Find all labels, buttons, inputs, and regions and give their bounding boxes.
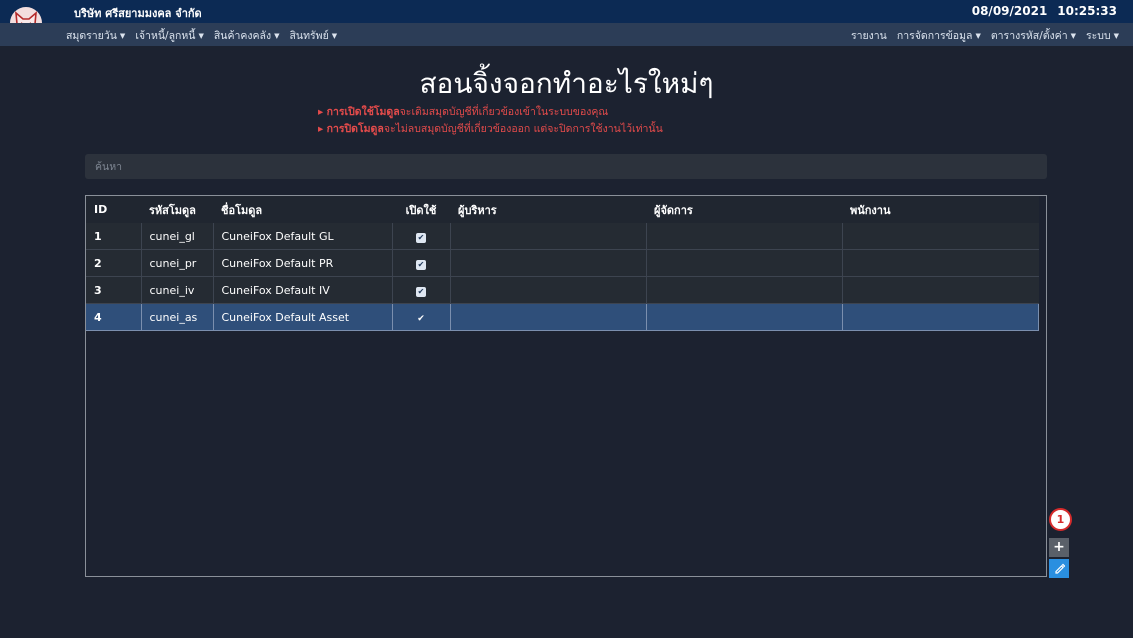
note-disable-text: จะไม่ลบสมุดบัญชีที่เกี่ยวข้องออก แต่จะปิ…: [383, 123, 663, 135]
table-row[interactable]: 4 cunei_as CuneiFox Default Asset ✔: [86, 303, 1039, 331]
header-staff[interactable]: พนักงาน: [842, 196, 1039, 223]
module-grid: ID รหัสโมดูล ชื่อโมดูล เปิดใช้ ผู้บริหาร…: [85, 195, 1047, 577]
add-row-button[interactable]: +: [1049, 538, 1069, 557]
menu-assets[interactable]: สินทรัพย์ ▼: [290, 27, 338, 44]
menu-system[interactable]: ระบบ ▼: [1086, 27, 1119, 44]
cell-manager[interactable]: [646, 276, 843, 304]
cell-staff[interactable]: [842, 249, 1039, 277]
cell-module-code[interactable]: cunei_iv: [141, 276, 214, 304]
cell-id[interactable]: 1: [86, 223, 142, 250]
header-manager[interactable]: ผู้จัดการ: [646, 196, 842, 223]
table-row[interactable]: 1 cunei_gl CuneiFox Default GL ✔: [86, 223, 1039, 250]
menu-journal-label: สมุดรายวัน: [66, 30, 117, 42]
menu-data-management[interactable]: การจัดการข้อมูล ▼: [897, 27, 981, 44]
menu-reports-label: รายงาน: [850, 30, 887, 42]
note-enable-text: จะเติมสมุดบัญชีที่เกี่ยวข้องเข้าในระบบขอ…: [399, 106, 609, 118]
cell-executive[interactable]: [450, 249, 647, 277]
cell-executive[interactable]: [450, 223, 647, 250]
menu-system-label: ระบบ: [1086, 30, 1111, 42]
page-title: สอนจิ้งจอกทำอะไรใหม่ๆ: [419, 67, 714, 100]
enabled-checkbox[interactable]: ✔: [416, 259, 426, 270]
menu-right: รายงาน การจัดการข้อมูล ▼ ตารางรหัส/ตั้งค่…: [851, 27, 1119, 44]
company-name: บริษัท ศรีสยามมงคล จำกัด: [74, 7, 202, 20]
module-table: ID รหัสโมดูล ชื่อโมดูล เปิดใช้ ผู้บริหาร…: [86, 196, 1039, 331]
date-time: 08/09/2021 10:25:33: [972, 4, 1117, 18]
cell-executive[interactable]: [450, 303, 647, 331]
cell-staff[interactable]: [842, 303, 1039, 331]
header-module-name[interactable]: ชื่อโมดูล: [213, 196, 392, 223]
search-input[interactable]: [85, 154, 1047, 179]
enabled-checkbox[interactable]: ✔: [416, 314, 426, 324]
edit-row-button[interactable]: [1049, 559, 1069, 578]
header-executive[interactable]: ผู้บริหาร: [450, 196, 646, 223]
caret-down-icon: ▼: [1070, 32, 1076, 40]
plus-icon: +: [1053, 539, 1065, 555]
caret-down-icon: ▼: [119, 32, 126, 40]
current-date: 08/09/2021: [971, 4, 1048, 18]
header-enabled[interactable]: เปิดใช้: [392, 196, 450, 223]
table-header-row: ID รหัสโมดูล ชื่อโมดูล เปิดใช้ ผู้บริหาร…: [86, 196, 1039, 223]
cell-manager[interactable]: [646, 303, 843, 331]
cell-module-name[interactable]: CuneiFox Default Asset: [213, 303, 393, 331]
menu-payable-receivable[interactable]: เจ้าหนี้/ลูกหนี้ ▼: [135, 27, 204, 44]
note-enable-bold: การเปิดใช้โมดูล: [326, 106, 400, 118]
enabled-checkbox[interactable]: ✔: [416, 232, 426, 243]
menu-data-management-label: การจัดการข้อมูล: [896, 30, 973, 42]
note-disable-bold: การปิดโมดูล: [326, 123, 384, 135]
menu-reports[interactable]: รายงาน: [851, 27, 887, 44]
current-time: 10:25:33: [1057, 4, 1117, 18]
caret-down-icon: ▼: [975, 32, 981, 40]
cell-id[interactable]: 4: [86, 303, 142, 331]
cell-staff[interactable]: [842, 223, 1039, 250]
table-row[interactable]: 3 cunei_iv CuneiFox Default IV ✔: [86, 276, 1039, 304]
enabled-checkbox[interactable]: ✔: [416, 286, 426, 297]
table-row[interactable]: 2 cunei_pr CuneiFox Default PR ✔: [86, 249, 1039, 277]
step-badge: 1: [1049, 508, 1072, 531]
cell-enabled[interactable]: ✔: [392, 223, 451, 250]
cell-manager[interactable]: [646, 223, 843, 250]
cell-module-name[interactable]: CuneiFox Default GL: [213, 223, 393, 250]
menu-code-settings[interactable]: ตารางรหัส/ตั้งค่า ▼: [991, 27, 1076, 44]
search-box: [85, 154, 1047, 179]
menu-left: สมุดรายวัน ▼ เจ้าหนี้/ลูกหนี้ ▼ สินค้าคงคล…: [66, 27, 337, 44]
menu-payable-receivable-label: เจ้าหนี้/ลูกหนี้: [135, 30, 196, 42]
cell-id[interactable]: 3: [86, 276, 142, 304]
cell-module-code[interactable]: cunei_pr: [141, 249, 214, 277]
note-enable: ▸ การเปิดใช้โมดูลจะเติมสมุดบัญชีที่เกี่ย…: [318, 106, 609, 118]
caret-down-icon: ▼: [331, 32, 338, 40]
cell-id[interactable]: 2: [86, 249, 142, 277]
cell-manager[interactable]: [646, 249, 843, 277]
cell-module-code[interactable]: cunei_as: [141, 303, 214, 331]
cell-enabled[interactable]: ✔: [392, 249, 451, 277]
caret-down-icon: ▼: [274, 32, 280, 40]
note-disable: ▸ การปิดโมดูลจะไม่ลบสมุดบัญชีที่เกี่ยวข้…: [318, 123, 663, 135]
module-notes: ▸ การเปิดใช้โมดูลจะเติมสมุดบัญชีที่เกี่ย…: [318, 104, 663, 138]
pencil-icon: [1054, 563, 1065, 574]
cell-module-name[interactable]: CuneiFox Default IV: [213, 276, 393, 304]
cell-module-code[interactable]: cunei_gl: [141, 223, 214, 250]
menu-journal[interactable]: สมุดรายวัน ▼: [66, 27, 125, 44]
caret-down-icon: ▼: [198, 32, 204, 40]
caret-down-icon: ▼: [1113, 32, 1119, 40]
menu-assets-label: สินทรัพย์: [289, 30, 329, 42]
menu-inventory[interactable]: สินค้าคงคลัง ▼: [214, 27, 280, 44]
cell-executive[interactable]: [450, 276, 647, 304]
header-id[interactable]: ID: [86, 196, 141, 223]
cell-staff[interactable]: [842, 276, 1039, 304]
menu-code-settings-label: ตารางรหัส/ตั้งค่า: [990, 30, 1068, 42]
header-module-code[interactable]: รหัสโมดูล: [141, 196, 213, 223]
cell-enabled[interactable]: ✔: [392, 303, 451, 331]
menu-inventory-label: สินค้าคงคลัง: [213, 30, 272, 42]
cell-enabled[interactable]: ✔: [392, 276, 451, 304]
cell-module-name[interactable]: CuneiFox Default PR: [213, 249, 393, 277]
menu-bar: สมุดรายวัน ▼ เจ้าหนี้/ลูกหนี้ ▼ สินค้าคงคล…: [0, 23, 1133, 46]
